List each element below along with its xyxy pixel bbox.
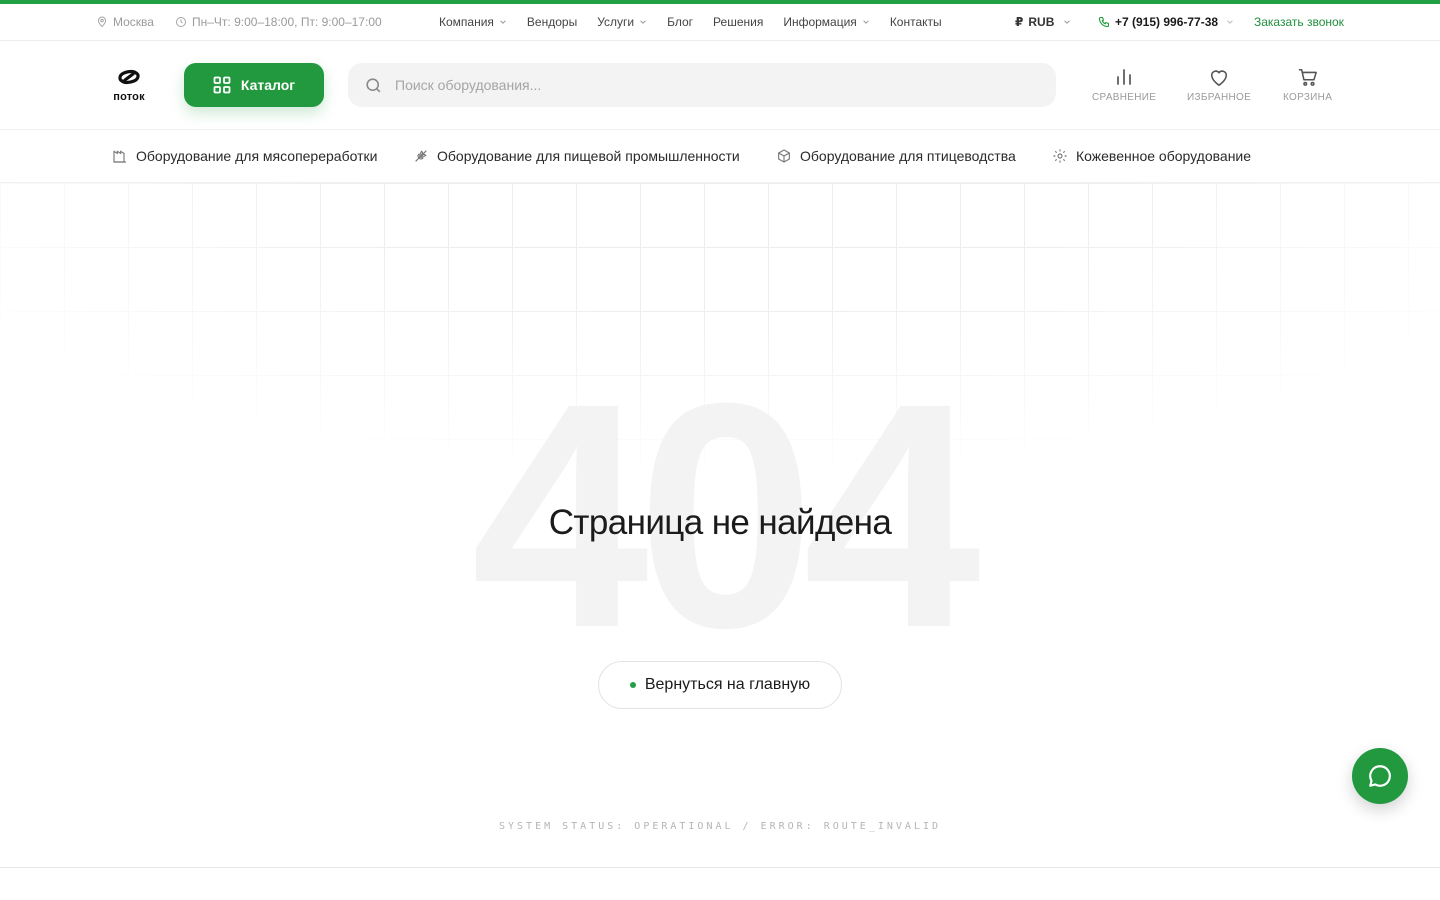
chat-bubble-icon: [1369, 765, 1391, 787]
category-label: Оборудование для мясопереработки: [136, 148, 378, 164]
grid-icon: [213, 76, 231, 94]
work-hours: Пн–Чт: 9:00–18:00, Пт: 9:00–17:00: [175, 4, 382, 40]
back-home-button[interactable]: Вернуться на главную: [598, 661, 842, 709]
logo-text: поток: [113, 91, 145, 103]
city-label: Москва: [113, 15, 154, 29]
cart-label: КОРЗИНА: [1283, 92, 1333, 103]
chevron-down-icon: [640, 20, 646, 24]
location-pin-icon: [97, 16, 107, 28]
catalog-label: Каталог: [240, 77, 296, 93]
top-nav-contacts[interactable]: Контакты: [890, 15, 942, 29]
chevron-down-icon: [863, 20, 869, 24]
category-meat[interactable]: Оборудование для мясопереработки: [112, 130, 377, 182]
favorites-label: ИЗБРАННОЕ: [1187, 92, 1252, 103]
compare-button[interactable]: СРАВНЕНИЕ: [1092, 67, 1156, 103]
callback-label: Заказать звонок: [1254, 15, 1344, 29]
search-bar[interactable]: [348, 63, 1056, 107]
currency-label: RUB: [1028, 15, 1055, 29]
top-nav-company[interactable]: Компания: [439, 15, 507, 29]
compare-label: СРАВНЕНИЕ: [1092, 92, 1157, 103]
clock-icon: [176, 17, 186, 27]
city-selector[interactable]: Москва: [96, 4, 154, 40]
gear-icon: [1053, 149, 1067, 163]
top-nav-label: Компания: [439, 15, 494, 29]
top-nav-label: Информация: [783, 15, 857, 29]
box-icon: [778, 149, 790, 163]
logo-mark-icon: [118, 69, 140, 85]
chevron-down-icon: [1064, 20, 1071, 24]
chevron-down-icon: [1227, 20, 1233, 24]
cart-icon: [1298, 68, 1317, 86]
search-icon: [366, 77, 381, 92]
top-nav-label: Решения: [713, 15, 764, 29]
phone-selector[interactable]: +7 (915) 996-77-38: [1098, 4, 1239, 40]
status-dot-icon: [629, 682, 636, 688]
top-nav-info[interactable]: Информация: [783, 15, 869, 29]
callback-link[interactable]: Заказать звонок: [1254, 4, 1344, 40]
ruble-icon: ₽: [1015, 15, 1024, 29]
phone-icon: [1098, 16, 1110, 28]
not-found-section: 404 Страница не найдена Вернуться на гла…: [0, 183, 1440, 867]
heart-icon: [1210, 70, 1228, 87]
top-nav-vendors[interactable]: Вендоры: [527, 15, 577, 29]
top-nav-label: Вендоры: [526, 15, 578, 29]
bar-chart-icon: [1117, 69, 1131, 85]
category-nav: Оборудование для мясопереработки Оборудо…: [0, 130, 1440, 183]
top-nav-solutions[interactable]: Решения: [713, 15, 763, 29]
category-label: Кожевенное оборудование: [1076, 148, 1252, 164]
top-bar: Москва Пн–Чт: 9:00–18:00, Пт: 9:00–17:00…: [0, 4, 1440, 41]
chevron-down-icon: [500, 20, 506, 24]
top-nav: Компания Вендоры Услуги Блог Решения Инф…: [439, 4, 962, 40]
chat-button[interactable]: [1352, 748, 1408, 804]
catalog-button[interactable]: Каталог: [184, 63, 324, 107]
footer-divider: [0, 867, 1440, 868]
top-nav-label: Услуги: [597, 15, 635, 29]
cart-button[interactable]: КОРЗИНА: [1283, 67, 1332, 103]
currency-selector[interactable]: ₽ RUB: [1015, 4, 1076, 40]
category-food[interactable]: Оборудование для пищевой промышленности: [413, 130, 740, 182]
search-input[interactable]: [395, 77, 1035, 93]
top-nav-services[interactable]: Услуги: [597, 15, 647, 29]
phone-number: +7 (915) 996-77-38: [1115, 15, 1219, 29]
hours-label: Пн–Чт: 9:00–18:00, Пт: 9:00–17:00: [192, 15, 382, 29]
system-status: SYSTEM STATUS: OPERATIONAL / ERROR: ROUT…: [498, 821, 941, 832]
header: поток Каталог СРАВНЕНИЕ ИЗБРАННОЕ КОРЗИН…: [0, 41, 1440, 130]
back-home-label: Вернуться на главную: [644, 676, 811, 693]
page-title: Страница не найдена: [548, 503, 892, 542]
wheat-icon: [415, 150, 427, 162]
category-leather[interactable]: Кожевенное оборудование: [1052, 130, 1251, 182]
top-nav-label: Контакты: [889, 15, 942, 29]
favorites-button[interactable]: ИЗБРАННОЕ: [1187, 67, 1251, 103]
top-nav-label: Блог: [667, 15, 694, 29]
top-nav-blog[interactable]: Блог: [667, 15, 693, 29]
category-label: Оборудование для птицеводства: [800, 148, 1016, 164]
logo[interactable]: поток: [109, 67, 149, 103]
category-label: Оборудование для пищевой промышленности: [437, 148, 740, 164]
category-poultry[interactable]: Оборудование для птицеводства: [776, 130, 1016, 182]
factory-icon: [113, 150, 126, 163]
